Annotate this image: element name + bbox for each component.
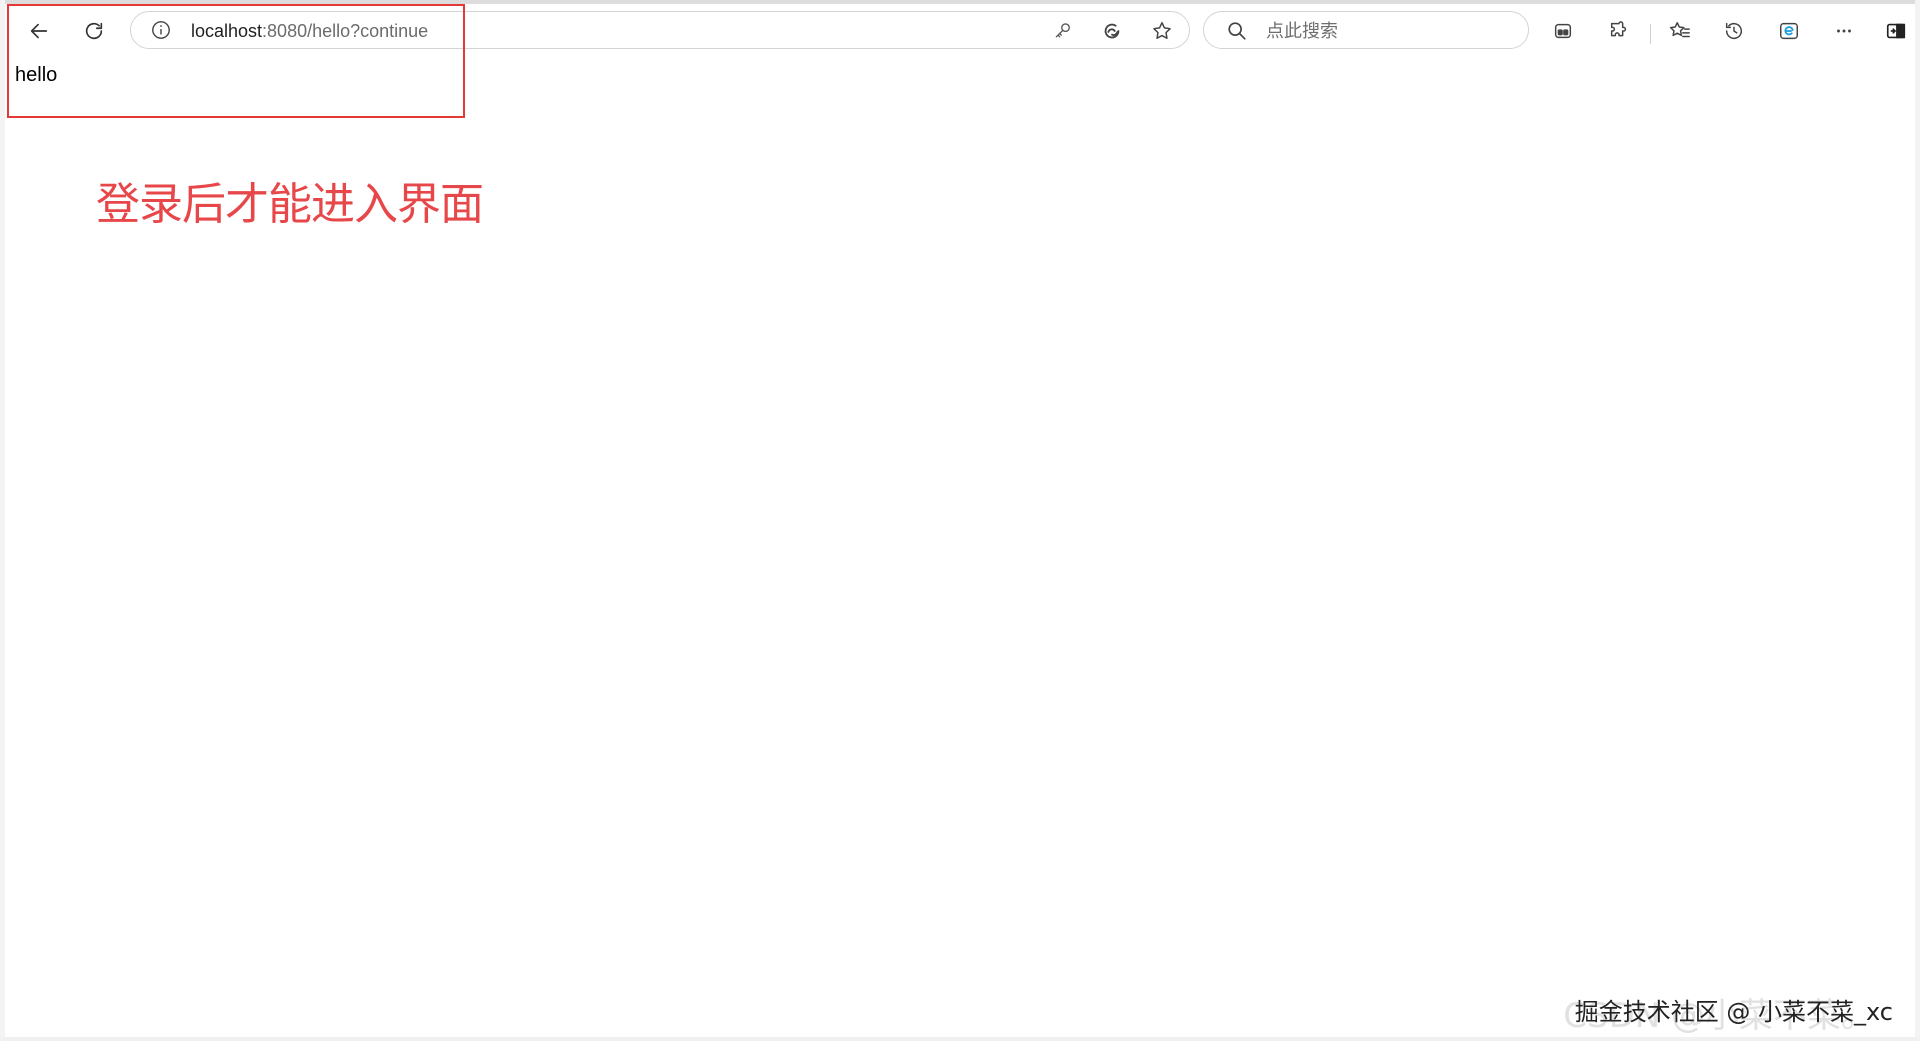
password-key-button[interactable] (1051, 19, 1075, 43)
history-button[interactable] (1716, 13, 1752, 49)
more-icon (1837, 29, 1851, 33)
more-button[interactable] (1826, 13, 1862, 49)
history-icon (1725, 22, 1743, 40)
highlight-box (7, 4, 465, 118)
edge-refresh-icon (1104, 23, 1120, 39)
search-box[interactable] (1203, 11, 1529, 49)
favorites-icon (1669, 22, 1690, 38)
edge-action-button[interactable] (1100, 19, 1124, 43)
page-content: hello 登录后才能进入界面 CSDN @小菜不菜。 掘金技术社区 @ 小菜不… (5, 54, 1915, 1037)
edge-bar-button[interactable] (1771, 13, 1807, 49)
annotation-text: 登录后才能进入界面 (96, 179, 484, 230)
favorite-star-icon (1153, 22, 1171, 39)
sidebar-toggle-button[interactable] (1878, 13, 1914, 49)
edge-bar-icon (1780, 22, 1798, 40)
search-input[interactable] (1264, 18, 1518, 44)
extensions-button[interactable] (1601, 13, 1637, 49)
toolbar-separator (1650, 24, 1651, 44)
watermark: 掘金技术社区 @ 小菜不菜_xc (1574, 998, 1893, 1026)
workspaces-button[interactable] (1545, 13, 1581, 49)
workspaces-icon (1554, 23, 1572, 39)
search-icon (1228, 22, 1246, 40)
sidebar-toggle-icon (1886, 23, 1906, 39)
add-favorite-button[interactable] (1150, 19, 1174, 43)
browser-window: localhost:8080/hello?continue 点此搜索 hello… (0, 0, 1920, 1041)
key-icon (1055, 23, 1070, 38)
extensions-icon (1610, 21, 1627, 37)
favorites-button[interactable] (1662, 13, 1698, 49)
